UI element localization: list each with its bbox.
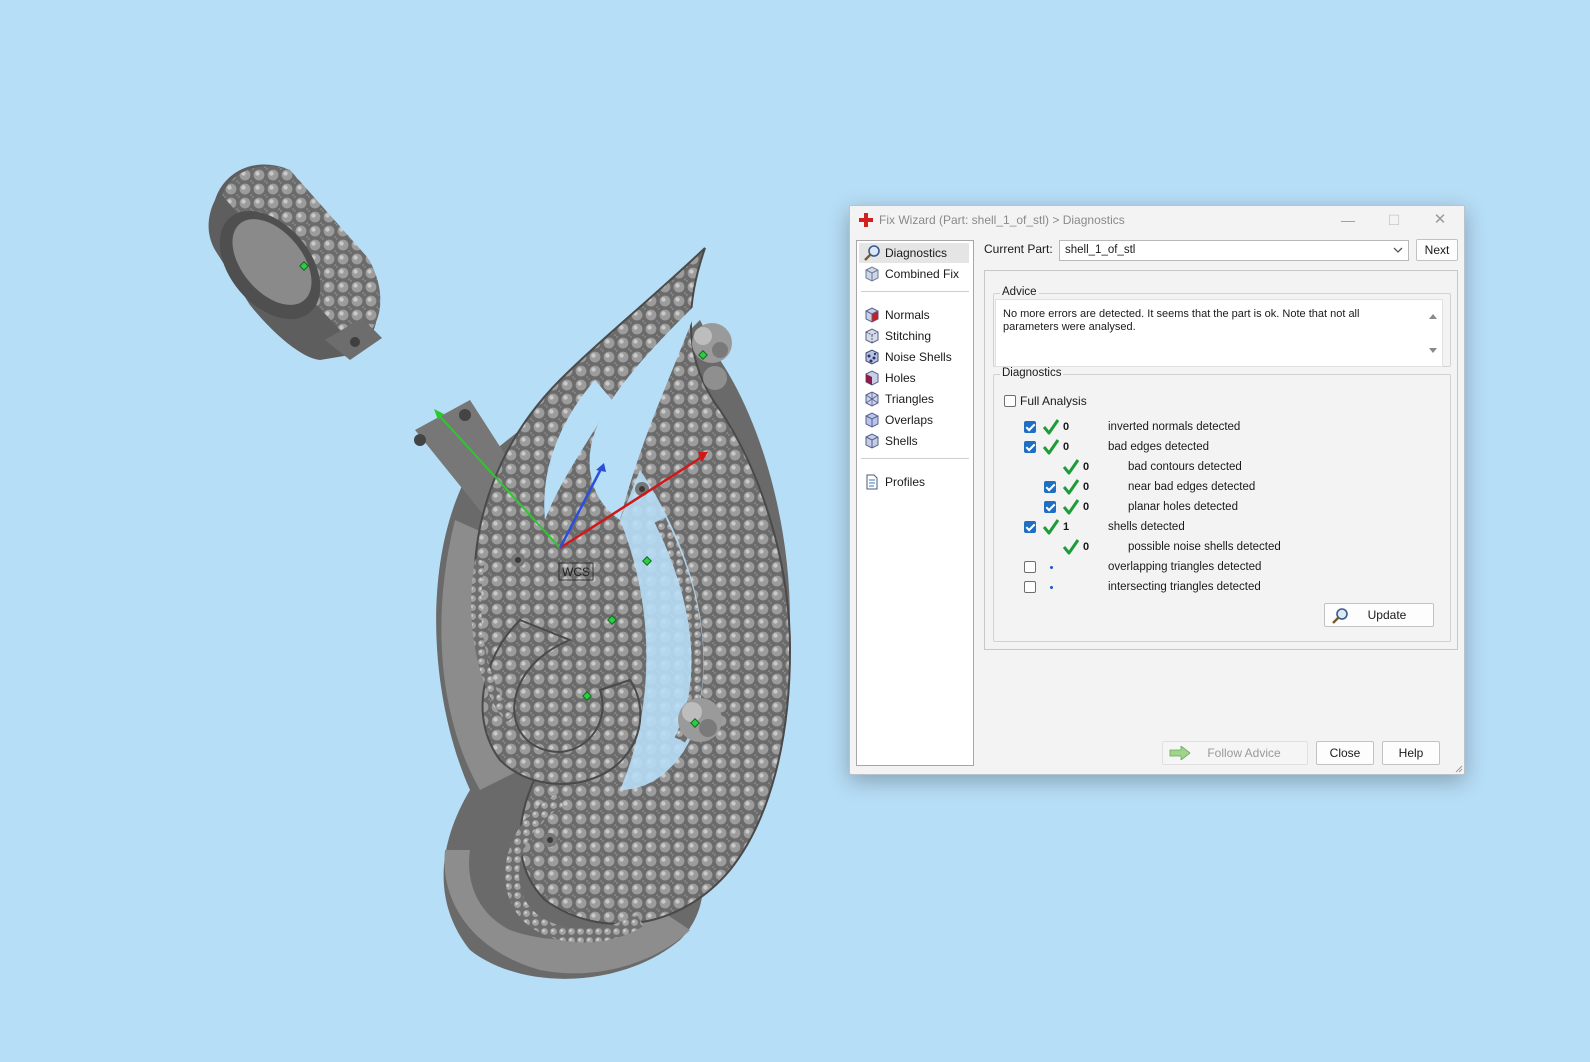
diagnostic-count: 1 xyxy=(1063,521,1070,533)
nav-item-shells[interactable]: Shells xyxy=(859,431,969,451)
fix-wizard-dialog: Fix Wizard (Part: shell_1_of_stl) > Diag… xyxy=(849,205,1465,775)
diagnostic-row: intersecting triangles detected xyxy=(994,577,1434,597)
checkmark-icon xyxy=(1063,539,1079,555)
nav-separator xyxy=(861,291,969,292)
diagnostic-label: possible noise shells detected xyxy=(1128,541,1281,553)
diagnostic-row: overlapping triangles detected xyxy=(994,557,1434,577)
diagnostic-count: 0 xyxy=(1083,461,1090,473)
diagnostic-label: overlapping triangles detected xyxy=(1108,561,1262,573)
diagnostic-label: intersecting triangles detected xyxy=(1108,581,1261,593)
full-analysis-checkbox[interactable] xyxy=(1004,395,1016,407)
update-label: Update xyxy=(1367,608,1407,622)
diagnostic-label: planar holes detected xyxy=(1128,501,1238,513)
document-icon xyxy=(866,474,878,490)
diagnostic-label: near bad edges detected xyxy=(1128,481,1256,493)
next-button[interactable]: Next xyxy=(1416,239,1458,261)
diagnostic-row: 1 shells detected xyxy=(994,517,1434,537)
diagnostic-row: 0 planar holes detected xyxy=(994,497,1434,517)
checkmark-icon xyxy=(1063,459,1079,475)
advice-text: No more errors are detected. It seems th… xyxy=(1003,308,1360,333)
advice-scrollbar[interactable] xyxy=(1426,302,1440,364)
minimize-button[interactable]: — xyxy=(1328,208,1368,232)
checkmark-icon xyxy=(1063,499,1079,515)
swirl-outer xyxy=(473,247,792,925)
diagnostic-count: 0 xyxy=(1083,481,1090,493)
diagnostic-row: 0 near bad edges detected xyxy=(994,477,1434,497)
nav-item-normals[interactable]: Normals xyxy=(859,305,969,325)
current-part-label: Current Part: xyxy=(984,242,1053,256)
red-cross-icon xyxy=(859,213,873,227)
title-bar[interactable]: Fix Wizard (Part: shell_1_of_stl) > Diag… xyxy=(850,206,1464,234)
diagnostic-checkbox[interactable] xyxy=(1024,421,1036,433)
window-title: Fix Wizard (Part: shell_1_of_stl) > Diag… xyxy=(879,213,1125,227)
diagnostic-count: 0 xyxy=(1083,501,1090,513)
diagnostic-label: bad contours detected xyxy=(1128,461,1242,473)
checkmark-icon xyxy=(1043,419,1059,435)
nav-item-profiles[interactable]: Profiles xyxy=(859,472,969,492)
diagnostic-label: bad edges detected xyxy=(1108,441,1210,453)
diagnostic-count: 0 xyxy=(1063,421,1070,433)
stitching-icon xyxy=(865,328,879,344)
overlaps-icon xyxy=(865,412,879,428)
triangles-icon xyxy=(865,391,879,407)
chevron-down-icon xyxy=(1393,247,1403,253)
diagnostic-row: 0 bad edges detected xyxy=(994,437,1434,457)
nav-item-stitching[interactable]: Stitching xyxy=(859,326,969,346)
nav-separator xyxy=(861,458,969,459)
shells-icon xyxy=(865,433,879,449)
diagnostic-checkbox[interactable] xyxy=(1024,561,1036,573)
diagnostic-label: shells detected xyxy=(1108,521,1185,533)
advice-title: Advice xyxy=(1000,286,1039,298)
follow-advice-label: Follow Advice xyxy=(1207,746,1281,760)
nav-item-overlaps[interactable]: Overlaps xyxy=(859,410,969,430)
diagnostics-title: Diagnostics xyxy=(1000,367,1064,379)
diagnostic-checkbox[interactable] xyxy=(1044,501,1056,513)
follow-advice-button[interactable]: Follow Advice xyxy=(1162,741,1308,765)
diagnostic-count: 0 xyxy=(1063,441,1070,453)
full-analysis-option[interactable]: Full Analysis xyxy=(1004,394,1087,408)
noise-shells-icon xyxy=(865,349,879,365)
diagnostics-panel: Advice No more errors are detected. It s… xyxy=(984,270,1458,650)
nav-item-noise-shells[interactable]: Noise Shells xyxy=(859,347,969,367)
diagnostic-checkbox[interactable] xyxy=(1044,481,1056,493)
bail-part xyxy=(208,164,382,360)
holes-icon xyxy=(865,370,879,386)
checkmark-icon xyxy=(1063,479,1079,495)
nav-item-diagnostics[interactable]: Diagnostics xyxy=(859,243,969,263)
svg-text:WCS: WCS xyxy=(562,565,590,579)
help-button[interactable]: Help xyxy=(1382,741,1440,765)
diagnostic-count: 0 xyxy=(1083,541,1090,553)
advice-box: No more errors are detected. It seems th… xyxy=(995,299,1443,367)
diagnostic-row: 0 bad contours detected xyxy=(994,457,1434,477)
pending-dot-icon xyxy=(1050,586,1053,589)
current-part-value: shell_1_of_stl xyxy=(1065,244,1136,256)
diagnostic-checkbox[interactable] xyxy=(1024,581,1036,593)
checkmark-icon xyxy=(1043,439,1059,455)
pending-dot-icon xyxy=(1050,566,1053,569)
wcs-label: WCS xyxy=(558,562,594,581)
close-window-button[interactable]: ✕ xyxy=(1420,208,1460,232)
nav-item-combined-fix[interactable]: Combined Fix xyxy=(859,264,969,284)
diagnostic-checkbox[interactable] xyxy=(1024,521,1036,533)
diagnostic-label: inverted normals detected xyxy=(1108,421,1241,433)
cube-icon xyxy=(865,266,879,282)
magnifier-icon xyxy=(864,245,880,261)
normals-icon xyxy=(865,307,879,323)
update-button[interactable]: Update xyxy=(1324,603,1434,627)
close-button[interactable]: Close xyxy=(1316,741,1374,765)
nav-item-holes[interactable]: Holes xyxy=(859,368,969,388)
current-part-select[interactable]: shell_1_of_stl xyxy=(1059,240,1409,261)
diagnostic-checkbox[interactable] xyxy=(1024,441,1036,453)
checkmark-icon xyxy=(1043,519,1059,535)
resize-grip-icon[interactable] xyxy=(1453,763,1463,773)
flower-bottom xyxy=(678,698,722,742)
maximize-button[interactable]: ☐ xyxy=(1374,208,1414,232)
jewelry-model[interactable] xyxy=(200,164,792,979)
full-analysis-label: Full Analysis xyxy=(1020,394,1087,408)
diagnostic-row: 0 inverted normals detected xyxy=(994,417,1434,437)
wizard-nav: Diagnostics Combined Fix Normals Stitchi… xyxy=(856,240,974,766)
diagnostic-row: 0 possible noise shells detected xyxy=(994,537,1434,557)
nav-item-triangles[interactable]: Triangles xyxy=(859,389,969,409)
diagnostics-group: Diagnostics Full Analysis 0 inverted norm… xyxy=(993,367,1451,642)
